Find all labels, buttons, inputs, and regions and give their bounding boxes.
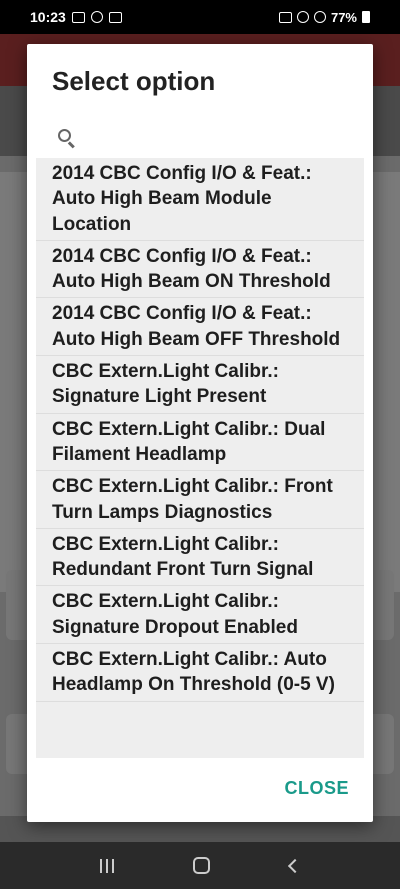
- list-item[interactable]: 2014 CBC Config I/O & Feat.: Auto High B…: [36, 241, 364, 299]
- select-option-dialog: Select option 2014 CBC Config I/O & Feat…: [27, 44, 373, 822]
- mail-icon-2: [108, 11, 122, 23]
- status-time: 10:23: [30, 9, 66, 25]
- list-item[interactable]: 2014 CBC Config I/O & Feat.: Auto High B…: [36, 158, 364, 241]
- alarm-icon: [296, 11, 309, 23]
- lock-icon: [278, 11, 292, 23]
- list-item[interactable]: 2014 CBC Config I/O & Feat.: Auto High B…: [36, 298, 364, 357]
- list-item[interactable]: CBC Extern.Light Calibr.: Redundant Fron…: [36, 529, 364, 587]
- search-row: [57, 120, 357, 156]
- dialog-title: Select option: [52, 66, 216, 96]
- mail-icon: [71, 11, 85, 23]
- navigation-bar: [0, 842, 400, 889]
- list-item[interactable]: CBC Extern.Light Calibr.: Signature Ligh…: [36, 356, 364, 414]
- wifi-icon: [313, 11, 326, 23]
- search-icon[interactable]: [57, 128, 77, 149]
- home-icon[interactable]: [193, 857, 211, 874]
- back-icon[interactable]: [288, 858, 303, 873]
- battery-percent: 77%: [330, 9, 357, 25]
- list-item[interactable]: CBC Extern.Light Calibr.: Signature Drop…: [36, 586, 364, 645]
- list-item[interactable]: CBC Extern.Light Calibr.: Auto Headlamp …: [36, 644, 364, 702]
- options-list[interactable]: 2014 CBC Config I/O & Feat.: Auto High B…: [36, 158, 364, 758]
- check-circle-icon: [90, 11, 103, 23]
- status-bar: 10:23 77%: [0, 0, 400, 34]
- recent-apps-icon[interactable]: [99, 858, 114, 873]
- close-button[interactable]: CLOSE: [284, 778, 349, 799]
- list-item[interactable]: CBC Extern.Light Calibr.: Dual Filament …: [36, 414, 364, 472]
- battery-icon: [362, 11, 370, 23]
- search-input[interactable]: [89, 128, 357, 148]
- list-item[interactable]: CBC Extern.Light Calibr.: Front Turn Lam…: [36, 471, 364, 529]
